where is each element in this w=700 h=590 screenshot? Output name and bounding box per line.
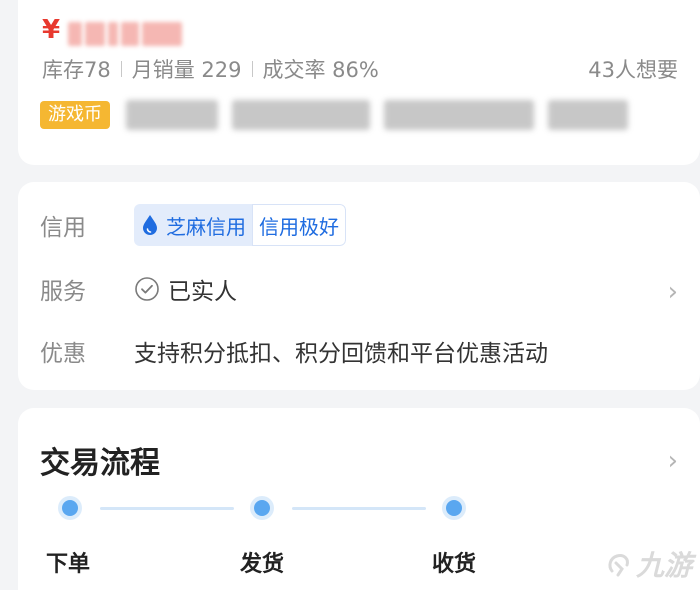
water-drop-icon [143, 215, 157, 235]
stock-count: 库存78 [42, 58, 111, 82]
trade-flow-card[interactable]: 交易流程 › 下单 发货 收货 九游 [18, 408, 700, 590]
step-label-ship: 发货 [240, 552, 285, 577]
listing-summary-card: ¥ 库存78 月销量 229 成交率 86% 43人想要 游戏币 [18, 0, 700, 165]
chevron-right-icon[interactable]: › [668, 279, 678, 305]
step-label-order: 下单 [46, 552, 91, 577]
watermark: 九游 [604, 544, 692, 584]
service-label: 服务 [40, 279, 86, 305]
watermark-text: 九游 [635, 549, 692, 582]
credit-level: 信用极好 [252, 204, 346, 246]
jiuyou-logo-icon [608, 554, 629, 577]
promotion-row: 优惠 支持积分抵扣、积分回馈和平台优惠活动 [40, 334, 548, 368]
conversion-rate: 成交率 86% [262, 58, 379, 82]
seller-info-card: 信用 芝麻信用 信用极好 服务 已实人 › 优惠 支持积分抵扣、积分回馈和平台优… [18, 182, 700, 390]
stats-divider [251, 61, 253, 77]
title-redacted [126, 100, 628, 130]
credit-provider: 芝麻信用 [134, 204, 252, 246]
credit-badge[interactable]: 芝麻信用 信用极好 [134, 204, 346, 246]
stats-divider [120, 61, 122, 77]
step-label-receive: 收货 [432, 552, 477, 577]
price-redacted [68, 22, 183, 46]
credit-label: 信用 [40, 215, 86, 241]
chevron-right-icon[interactable]: › [668, 446, 678, 476]
promotion-value: 支持积分抵扣、积分回馈和平台优惠活动 [134, 341, 548, 367]
service-value: 已实人 [134, 272, 237, 306]
service-row[interactable]: 服务 已实人 [40, 272, 237, 306]
credit-row: 信用 芝麻信用 信用极好 [40, 204, 346, 246]
credit-provider-text: 芝麻信用 [166, 214, 246, 239]
monthly-sales: 月销量 229 [131, 58, 242, 82]
title-row: 游戏币 [40, 100, 628, 130]
service-value-text: 已实人 [168, 279, 237, 305]
step-connector [100, 507, 234, 510]
promotion-label: 优惠 [40, 341, 86, 367]
category-tag: 游戏币 [40, 101, 110, 129]
step-dot-ship [250, 496, 274, 520]
price-row: ¥ [42, 6, 183, 46]
currency-symbol: ¥ [42, 15, 61, 45]
step-dot-order [58, 496, 82, 520]
wants-count: 43人想要 [588, 58, 678, 82]
step-dot-receive [442, 496, 466, 520]
trade-flow-title: 交易流程 [40, 446, 160, 481]
check-circle-icon [135, 277, 159, 301]
step-connector [292, 507, 426, 510]
sales-stats: 库存78 月销量 229 成交率 86% [42, 54, 379, 84]
